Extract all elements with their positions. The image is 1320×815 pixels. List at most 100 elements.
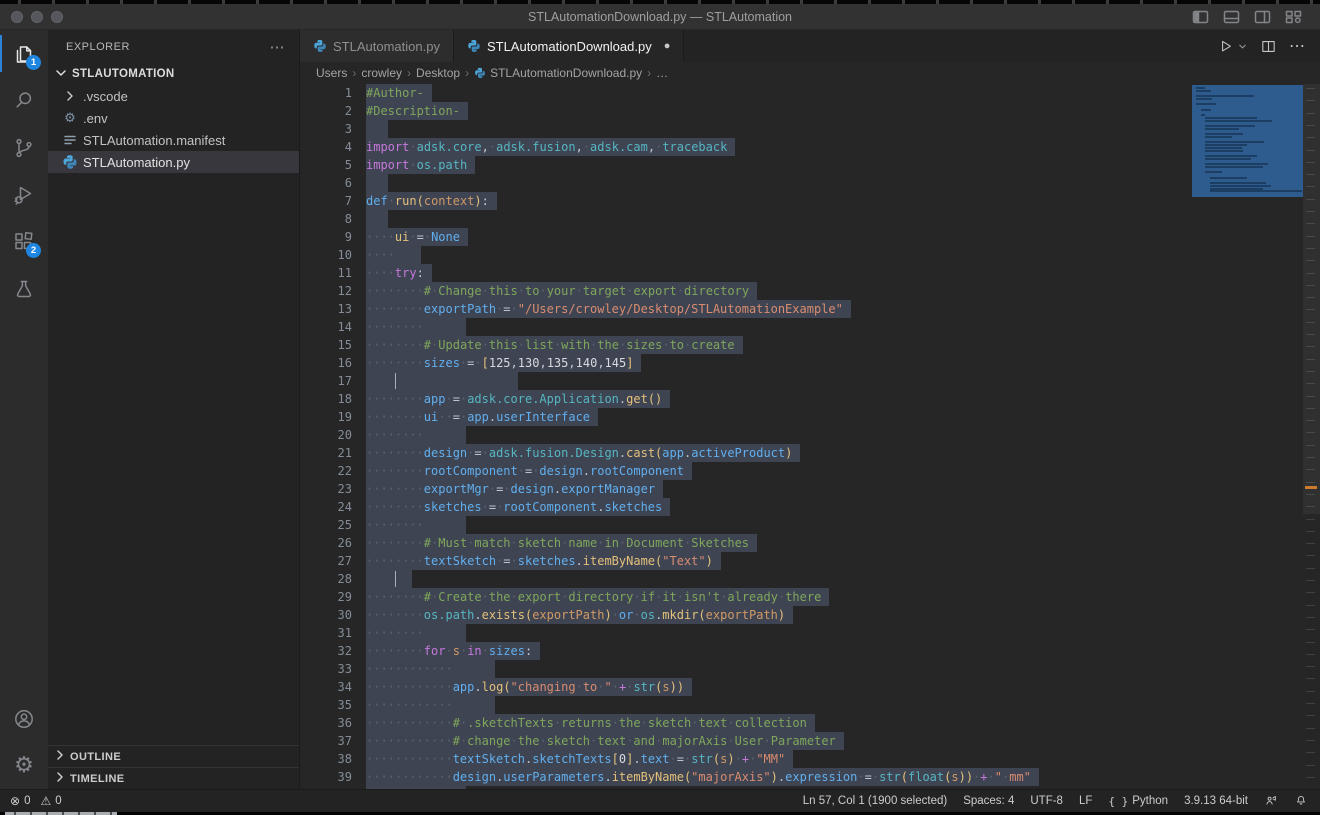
code-line[interactable]: 40········ [300, 786, 1320, 789]
editor-action-more-actions[interactable]: ⋯ [1289, 36, 1306, 56]
code-line[interactable]: 13········exportPath·=·"/Users/crowley/D… [300, 300, 1320, 318]
toggle-sidebar-icon[interactable] [1192, 9, 1209, 24]
status-encoding[interactable]: UTF-8 [1030, 795, 1063, 807]
line-number[interactable]: 6 [300, 174, 352, 192]
status-feedback[interactable] [1264, 794, 1278, 808]
status-cursor-position[interactable]: Ln 57, Col 1 (1900 selected) [803, 795, 947, 807]
code-line[interactable]: 5import·os.path [300, 156, 1320, 174]
line-number[interactable]: 2 [300, 102, 352, 120]
code-line[interactable]: 35············ [300, 696, 1320, 714]
activity-item-extensions[interactable]: 2 [0, 218, 48, 265]
code-line[interactable]: 3 [300, 120, 1320, 138]
code-line[interactable]: 9····ui·=·None [300, 228, 1320, 246]
activity-item-source-control[interactable] [0, 124, 48, 171]
line-number[interactable]: 37 [300, 732, 352, 750]
code-line[interactable]: 30········os.path.exists(exportPath)·or·… [300, 606, 1320, 624]
toggle-panel-icon[interactable] [1223, 9, 1240, 24]
line-number[interactable]: 25 [300, 516, 352, 534]
activity-item-run-and-debug[interactable] [0, 171, 48, 218]
line-number[interactable]: 26 [300, 534, 352, 552]
line-number[interactable]: 35 [300, 696, 352, 714]
problems-status[interactable]: ⊗0⚠0 [10, 794, 62, 808]
code-line[interactable]: 34············app.log("changing·to·"·+·s… [300, 678, 1320, 696]
chevron-down-icon[interactable] [1237, 41, 1248, 52]
editor-action-run-python-file[interactable] [1218, 38, 1248, 55]
status-language-mode[interactable]: { }Python [1108, 795, 1168, 808]
code-line[interactable]: 36············#·.sketchTexts·returns·the… [300, 714, 1320, 732]
line-number[interactable]: 16 [300, 354, 352, 372]
code-line[interactable]: 23········exportMgr·=·design.exportManag… [300, 480, 1320, 498]
code-line[interactable]: 29········#·Create·the·export·directory·… [300, 588, 1320, 606]
breadcrumb-item[interactable]: STLAutomationDownload.py [474, 66, 642, 80]
line-number[interactable]: 33 [300, 660, 352, 678]
line-number[interactable]: 36 [300, 714, 352, 732]
line-number[interactable]: 8 [300, 210, 352, 228]
file-tree-item--vscode[interactable]: .vscode [48, 85, 299, 107]
line-number[interactable]: 19 [300, 408, 352, 426]
status-eol[interactable]: LF [1079, 795, 1092, 807]
code-line[interactable]: 24········sketches·=·rootComponent.sketc… [300, 498, 1320, 516]
overview-ruler[interactable] [1303, 84, 1320, 789]
activity-item-search[interactable] [0, 77, 48, 124]
line-number[interactable]: 11 [300, 264, 352, 282]
breadcrumb-item[interactable]: … [656, 66, 668, 80]
line-number[interactable]: 22 [300, 462, 352, 480]
code-line[interactable]: 37············#·change·the·sketch·text·a… [300, 732, 1320, 750]
code-line[interactable]: 31········ [300, 624, 1320, 642]
code-line[interactable]: 27········textSketch·=·sketches.itemByNa… [300, 552, 1320, 570]
close-window-button[interactable] [11, 11, 23, 23]
code-area[interactable]: 1#Author-2#Description-34import·adsk.cor… [300, 84, 1320, 789]
code-line[interactable]: 33············ [300, 660, 1320, 678]
breadcrumb-item[interactable]: crowley [361, 66, 402, 80]
line-number[interactable]: 9 [300, 228, 352, 246]
code-line[interactable]: 32········for·s·in·sizes: [300, 642, 1320, 660]
line-number[interactable]: 13 [300, 300, 352, 318]
toggle-secondary-sidebar-icon[interactable] [1254, 9, 1271, 24]
line-number[interactable]: 28 [300, 570, 352, 588]
activity-item-explorer[interactable]: 1 [0, 30, 48, 77]
code-line[interactable]: 12········#·Change·this·to·your·target·e… [300, 282, 1320, 300]
status-python-interpreter[interactable]: 3.9.13 64-bit [1184, 795, 1248, 807]
code-line[interactable]: 28 [300, 570, 1320, 588]
code-line[interactable]: 20········ [300, 426, 1320, 444]
code-line[interactable]: 7def·run(context): [300, 192, 1320, 210]
line-number[interactable]: 24 [300, 498, 352, 516]
line-number[interactable]: 20 [300, 426, 352, 444]
file-tree-item-stlautomation-manifest[interactable]: STLAutomation.manifest [48, 129, 299, 151]
code-line[interactable]: 1#Author- [300, 84, 1320, 102]
code-line[interactable]: 6 [300, 174, 1320, 192]
minimize-window-button[interactable] [31, 11, 43, 23]
line-number[interactable]: 17 [300, 372, 352, 390]
code-line[interactable]: 11····try: [300, 264, 1320, 282]
file-tree-item-stlautomation-py[interactable]: STLAutomation.py [48, 151, 299, 173]
code-line[interactable]: 8 [300, 210, 1320, 228]
code-line[interactable]: 16········sizes·=·[125,130,135,140,145] [300, 354, 1320, 372]
code-line[interactable]: 14········ [300, 318, 1320, 336]
file-tree-item--env[interactable]: ⚙.env [48, 107, 299, 129]
line-number[interactable]: 4 [300, 138, 352, 156]
line-number[interactable]: 32 [300, 642, 352, 660]
activity-item-testing[interactable] [0, 265, 48, 312]
code-line[interactable]: 17 [300, 372, 1320, 390]
line-number[interactable]: 38 [300, 750, 352, 768]
editor-action-split-editor[interactable] [1260, 38, 1277, 55]
status-notifications[interactable] [1294, 794, 1308, 808]
minimap[interactable] [1192, 85, 1303, 197]
code-line[interactable]: 25········ [300, 516, 1320, 534]
line-number[interactable]: 31 [300, 624, 352, 642]
line-number[interactable]: 30 [300, 606, 352, 624]
line-number[interactable]: 18 [300, 390, 352, 408]
code-line[interactable]: 4import·adsk.core,·adsk.fusion,·adsk.cam… [300, 138, 1320, 156]
code-line[interactable]: 15········#·Update·this·list·with·the·si… [300, 336, 1320, 354]
line-number[interactable]: 39 [300, 768, 352, 786]
timeline-section[interactable]: TIMELINE [48, 767, 299, 789]
status-indentation[interactable]: Spaces: 4 [963, 795, 1014, 807]
line-number[interactable]: 7 [300, 192, 352, 210]
code-line[interactable]: 18········app·=·adsk.core.Application.ge… [300, 390, 1320, 408]
line-number[interactable]: 15 [300, 336, 352, 354]
code-line[interactable]: 22········rootComponent·=·design.rootCom… [300, 462, 1320, 480]
line-number[interactable]: 23 [300, 480, 352, 498]
folder-root[interactable]: STLAUTOMATION [48, 63, 299, 85]
line-number[interactable]: 34 [300, 678, 352, 696]
line-number[interactable]: 14 [300, 318, 352, 336]
